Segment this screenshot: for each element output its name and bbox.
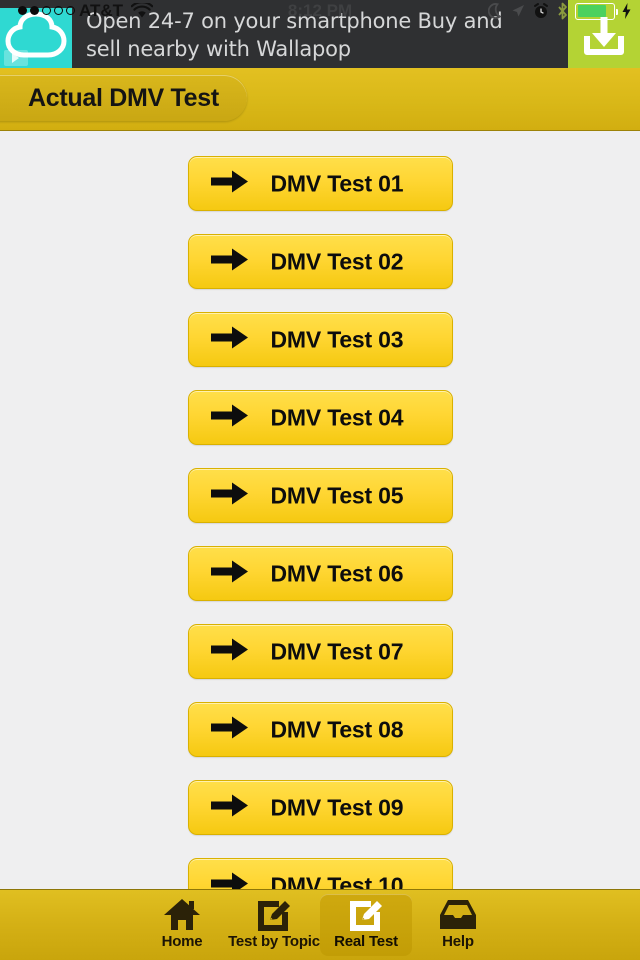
arrow-right-icon	[210, 872, 248, 890]
arrow-right-icon	[210, 638, 248, 660]
tab-label: Test by Topic	[228, 933, 320, 950]
tab-help[interactable]: Help	[412, 894, 504, 956]
ad-text: Open 24-7 on your smartphone Buy and sel…	[86, 9, 503, 61]
inbox-tray-icon	[438, 896, 478, 934]
page-title: Actual DMV Test	[0, 75, 247, 121]
arrow-right-icon	[210, 404, 248, 426]
test-button[interactable]: DMV Test 08	[187, 702, 453, 757]
tab-label: Real Test	[334, 933, 398, 950]
arrow-right-icon	[210, 560, 248, 582]
test-button-label: DMV Test 10	[270, 872, 404, 890]
arrow-right-icon	[210, 324, 249, 355]
test-button-label: DMV Test 03	[270, 326, 404, 352]
test-button[interactable]: DMV Test 01	[187, 156, 453, 211]
page-title-label: Actual DMV Test	[28, 83, 219, 112]
home-icon	[164, 899, 200, 930]
test-button[interactable]: DMV Test 07	[187, 624, 453, 679]
tab-label: Help	[442, 933, 474, 950]
advertisement-banner[interactable]: Open 24-7 on your smartphone Buy and sel…	[0, 0, 640, 68]
arrow-right-icon	[210, 326, 248, 348]
tab-label: Home	[161, 933, 203, 950]
app-screen: Open 24-7 on your smartphone Buy and sel…	[0, 0, 640, 960]
test-button-label: DMV Test 05	[270, 482, 404, 508]
home-icon	[162, 896, 202, 934]
test-button[interactable]: DMV Test 02	[187, 234, 453, 289]
arrow-right-icon	[210, 794, 248, 816]
inbox-tray-icon	[440, 900, 476, 929]
ad-thumbnail[interactable]	[0, 8, 72, 68]
tab-test-by-topic[interactable]: Test by Topic	[228, 894, 320, 956]
bottom-tab-bar: Home Test by Topic Real Test Help	[0, 889, 640, 960]
arrow-right-icon	[210, 714, 249, 745]
arrow-right-icon	[210, 558, 249, 589]
test-button[interactable]: DMV Test 03	[187, 312, 453, 367]
test-button-label: DMV Test 04	[270, 404, 404, 430]
arrow-right-icon	[210, 636, 249, 667]
test-list-scroll-area[interactable]: DMV Test 01 DMV Test 02 DMV Test 03 DMV Tes…	[0, 131, 640, 890]
test-button[interactable]: DMV Test 06	[187, 546, 453, 601]
pencil-square-icon	[255, 896, 293, 934]
adchoices-icon[interactable]	[4, 50, 28, 66]
arrow-right-icon	[210, 168, 249, 199]
arrow-right-icon	[210, 480, 249, 511]
download-icon	[584, 17, 624, 55]
page-header: Actual DMV Test	[0, 68, 640, 131]
arrow-right-icon	[210, 170, 248, 192]
tab-real-test[interactable]: Real Test	[320, 894, 412, 956]
test-button-label: DMV Test 01	[270, 170, 404, 196]
test-button[interactable]: DMV Test 10	[187, 858, 453, 890]
arrow-right-icon	[210, 870, 249, 890]
ad-download-button[interactable]	[568, 0, 640, 68]
arrow-right-icon	[210, 402, 249, 433]
pencil-square-filled-icon	[350, 901, 382, 931]
test-button-label: DMV Test 06	[270, 560, 404, 586]
arrow-right-icon	[210, 248, 248, 270]
test-button[interactable]: DMV Test 04	[187, 390, 453, 445]
arrow-right-icon	[210, 482, 248, 504]
arrow-right-icon	[210, 716, 248, 738]
test-button-label: DMV Test 09	[270, 794, 404, 820]
arrow-right-icon	[210, 246, 249, 277]
test-button-label: DMV Test 02	[270, 248, 404, 274]
test-button-label: DMV Test 08	[270, 716, 404, 742]
pencil-square-filled-icon	[347, 896, 385, 934]
test-list: DMV Test 01 DMV Test 02 DMV Test 03 DMV Tes…	[0, 131, 640, 890]
test-button[interactable]: DMV Test 09	[187, 780, 453, 835]
pencil-square-icon	[258, 901, 290, 931]
test-button[interactable]: DMV Test 05	[187, 468, 453, 523]
arrow-right-icon	[210, 792, 249, 823]
test-button-label: DMV Test 07	[270, 638, 404, 664]
tab-home[interactable]: Home	[136, 894, 228, 956]
